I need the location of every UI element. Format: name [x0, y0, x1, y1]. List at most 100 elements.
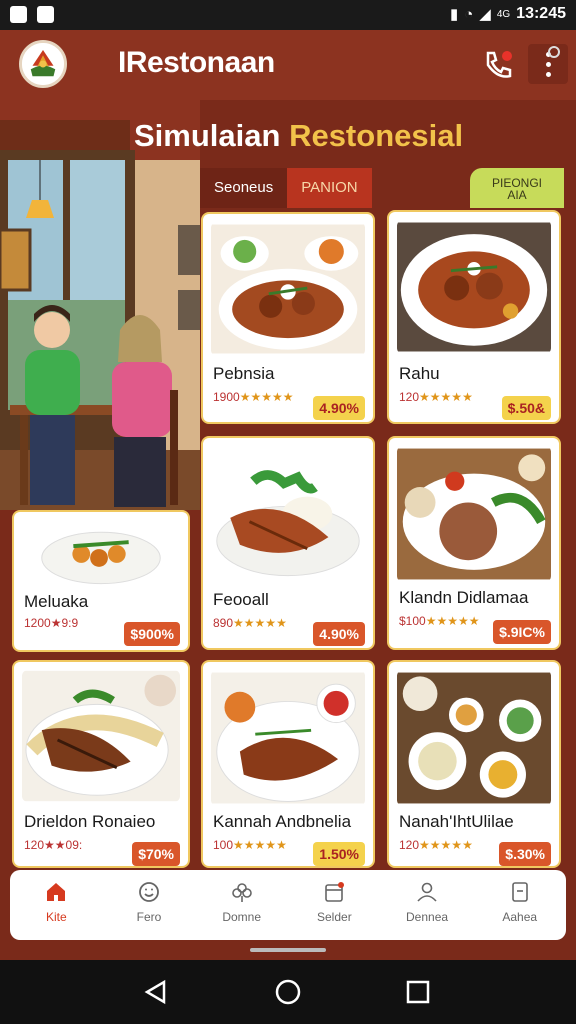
- dish-rating: $100★★★★★: [399, 614, 480, 628]
- dish-rating-count: $100: [399, 614, 426, 628]
- tab-seoneus[interactable]: Seoneus: [200, 168, 288, 208]
- nav-label: Aahea: [502, 910, 538, 924]
- star-rating-icon: ★★★★★: [425, 614, 480, 628]
- nav-item-dennea[interactable]: Dennea: [381, 870, 474, 940]
- user-icon: [417, 882, 437, 902]
- dish-name: Rahu: [399, 364, 440, 383]
- nav-label: Dennea: [406, 910, 449, 924]
- signal-icon: ◢: [479, 6, 491, 23]
- dish-price-badge: 4.90%: [313, 396, 365, 420]
- dish-rating: 120★★09:: [24, 838, 82, 852]
- star-rating-icon: ★★★★★: [233, 838, 287, 852]
- notification-icon: [10, 6, 27, 23]
- dish-name: Drieldon Ronaieo: [24, 812, 156, 831]
- dish-rating: 890★★★★★: [213, 616, 287, 630]
- promo-tag-line2: AIA: [507, 188, 527, 202]
- dish-rating: 1900★★★★★: [213, 390, 294, 404]
- network-label: 4G: [496, 8, 511, 20]
- dish-rating-count: 120★★09:: [24, 838, 83, 852]
- menu-card[interactable]: Feooall 890★★★★★ 4.90%: [201, 436, 375, 650]
- dish-rating: 120★★★★★: [399, 838, 473, 852]
- bottom-nav: Kite Fero Domne Selder Dennea Aahea: [10, 870, 566, 940]
- dish-image: [211, 670, 365, 806]
- dish-price-badge: $.30%: [499, 842, 551, 866]
- menu-card[interactable]: Kannah Andbnelia 100★★★★★ 1.50%: [201, 660, 375, 868]
- smile-icon: [139, 882, 159, 902]
- app-notification-icon: [37, 6, 54, 23]
- hero-title: Simulaian Restonesial: [134, 118, 463, 154]
- nav-label: Domne: [222, 910, 262, 924]
- menu-card[interactable]: Pebnsia 1900★★★★★ 4.90%: [201, 212, 375, 424]
- home-icon: [47, 883, 66, 901]
- dish-price-badge: 1.50%: [313, 842, 365, 866]
- dish-rating-count: 100: [213, 838, 234, 852]
- menu-card[interactable]: Nanah'IhtUlilae 120★★★★★ $.30%: [387, 660, 561, 868]
- dish-price-badge: $70%: [132, 842, 180, 866]
- indicator-icon: [548, 46, 560, 58]
- dish-rating-count: 890: [213, 616, 234, 630]
- dish-image: [397, 670, 551, 806]
- dish-name: Nanah'IhtUlilae: [399, 812, 514, 831]
- dish-rating-count: 1900: [213, 390, 240, 404]
- promo-tag[interactable]: PIEONGI AIA: [470, 168, 564, 208]
- nav-item-fero[interactable]: Fero: [103, 870, 196, 940]
- star-rating-icon: ★★★★★: [239, 390, 294, 404]
- dish-rating: 100★★★★★: [213, 838, 287, 852]
- dish-price-badge: $900%: [124, 622, 180, 646]
- menu-card[interactable]: Klandn Didlamaa $100★★★★★ $.9IC%: [387, 436, 561, 650]
- dish-price-badge: 4.90%: [313, 622, 365, 646]
- nav-label: Kite: [45, 910, 67, 924]
- recents-icon[interactable]: [404, 978, 432, 1006]
- star-rating-icon: ★★★★★: [419, 838, 473, 852]
- vibrate-icon: ▮: [449, 6, 459, 23]
- home-circle-icon[interactable]: [274, 978, 302, 1006]
- menu-card[interactable]: Drieldon Ronaieo 120★★09: $70%: [12, 660, 190, 868]
- flower-icon: [231, 883, 252, 902]
- star-rating-icon: ★★★★★: [233, 616, 287, 630]
- dish-name: Feooall: [213, 590, 269, 609]
- phone-icon: [486, 51, 512, 78]
- dish-name: Klandn Didlamaa: [399, 588, 529, 607]
- dish-rating: 1200★9:9: [24, 616, 78, 630]
- dish-rating: 120★★★★★: [399, 390, 473, 404]
- dish-image: [397, 220, 551, 354]
- phone-call-button[interactable]: [480, 47, 516, 83]
- star-rating-icon: ★★★★★: [419, 390, 473, 404]
- dish-image: [22, 670, 180, 802]
- back-icon[interactable]: [142, 978, 170, 1006]
- category-tabs: Seoneus PANION: [200, 168, 372, 208]
- restaurant-scene-illustration: [0, 100, 200, 510]
- dish-rating-count: 1200★9:9: [24, 616, 79, 630]
- dish-image: [22, 520, 180, 588]
- nav-item-kite[interactable]: Kite: [10, 870, 103, 940]
- overflow-menu-button[interactable]: [528, 44, 568, 84]
- hero-title-main: Simulaian: [134, 118, 281, 153]
- nav-item-domne[interactable]: Domne: [195, 870, 288, 940]
- restaurant-logo[interactable]: [19, 40, 67, 88]
- app-title: IRestonaan: [118, 46, 275, 79]
- home-indicator: [250, 948, 326, 952]
- nav-item-aahea[interactable]: Aahea: [473, 870, 566, 940]
- dish-rating-count: 120: [399, 390, 420, 404]
- system-nav-bar: [0, 960, 576, 1024]
- status-time: 13:245: [516, 5, 566, 22]
- dish-rating-count: 120: [399, 838, 420, 852]
- clipboard-icon: [511, 882, 528, 902]
- tab-panion[interactable]: PANION: [287, 168, 372, 208]
- dish-price-badge: $.50&: [501, 396, 551, 420]
- app-bar: IRestonaan: [0, 30, 576, 100]
- dish-name: Pebnsia: [213, 364, 275, 383]
- menu-card[interactable]: Meluaka 1200★9:9 $900%: [12, 510, 190, 652]
- dish-image: [397, 446, 551, 582]
- dish-image: [211, 446, 365, 582]
- wifi-icon: ◔: [464, 5, 474, 23]
- nav-label: Fero: [136, 910, 162, 924]
- dish-image: [211, 222, 365, 356]
- calendar-icon: [325, 882, 345, 902]
- nav-label: Selder: [317, 910, 352, 924]
- menu-card[interactable]: Rahu 120★★★★★ $.50&: [387, 210, 561, 424]
- dish-name: Kannah Andbnelia: [213, 812, 352, 831]
- nav-item-selder[interactable]: Selder: [288, 870, 381, 940]
- status-bar: ▮ ◔ ◢ 4G 13:245: [0, 0, 576, 30]
- dish-name: Meluaka: [24, 592, 89, 611]
